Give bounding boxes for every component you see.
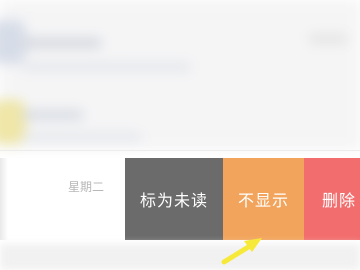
divider: [0, 150, 360, 151]
delete-button[interactable]: 删除: [304, 158, 360, 240]
list-item: [0, 80, 360, 146]
background-conversation-list: [0, 0, 360, 150]
delete-label: 删除: [322, 191, 357, 210]
row-date: 星期二: [68, 180, 105, 194]
mark-unread-label: 标为未读: [139, 191, 208, 210]
hide-conversation-label: 不显示: [237, 191, 289, 210]
swiped-conversation-row[interactable]: 星期二 标为未读 不显示 删除: [0, 158, 360, 240]
hide-conversation-button[interactable]: 不显示: [223, 158, 304, 240]
background-list-bottom: [0, 244, 360, 270]
mark-unread-button[interactable]: 标为未读: [125, 158, 223, 240]
row-edge-shadow: [0, 158, 8, 240]
list-item: [0, 10, 360, 76]
